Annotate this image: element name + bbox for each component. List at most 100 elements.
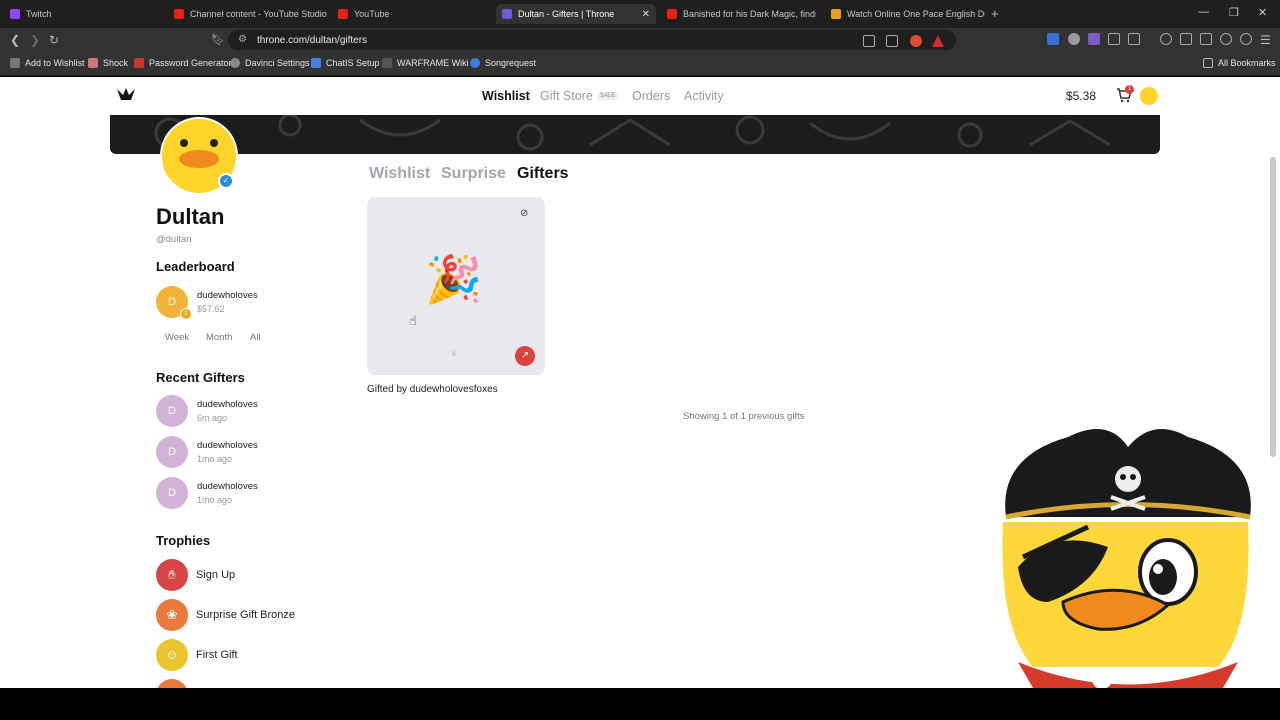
bookmark-item[interactable]: Songrequest <box>470 58 536 68</box>
bookmark-label: Shock <box>103 58 129 68</box>
tab-surprise[interactable]: Surprise <box>441 165 506 183</box>
avatar: D <box>156 395 188 427</box>
sale-badge: SALE <box>597 92 619 100</box>
bookmark-favicon-icon <box>470 58 480 68</box>
period-all[interactable]: All <box>250 332 261 343</box>
trophy-item[interactable]: ☺ First Gift <box>156 639 238 671</box>
forward-icon[interactable]: ❯ <box>30 33 40 47</box>
trophies-heading: Trophies <box>156 533 211 548</box>
tab-wishlist[interactable]: Wishlist <box>369 165 430 183</box>
recent-gifters-heading: Recent Gifters <box>156 370 245 385</box>
throne-icon <box>502 9 512 19</box>
bookmark-favicon-icon <box>134 58 144 68</box>
bookmarks-bar: Add to Wishlist Shock Password Generator… <box>0 52 1280 76</box>
bookmark-favicon-icon <box>382 58 392 68</box>
showing-count: Showing 1 of 1 previous gifts <box>683 411 805 422</box>
profile-handle: @dultan <box>156 234 192 245</box>
scrollbar[interactable] <box>1270 157 1276 457</box>
address-bar[interactable]: ⚙ throne.com/dultan/gifters <box>228 30 956 50</box>
list-item[interactable]: D dudewholoves 1mo ago <box>156 436 258 468</box>
bookmark-item[interactable]: Password Generator <box>134 58 232 68</box>
wallet-balance[interactable]: $5.38 <box>1066 89 1096 103</box>
all-bookmarks[interactable]: All Bookmarks <box>1203 58 1276 68</box>
throne-page: Wishlist Gift Store SALE Orders Activity… <box>0 77 1280 688</box>
sidebar-icon[interactable] <box>1180 33 1192 45</box>
bookmark-icon[interactable]: 🔖︎ <box>211 33 225 46</box>
gifter-time: 6m ago <box>197 413 228 423</box>
browser-tab-youtube[interactable]: YouTube <box>332 4 492 24</box>
bookmark-favicon-icon <box>10 58 20 68</box>
brave-rewards-icon[interactable] <box>932 35 944 47</box>
trophy-item[interactable]: ❀ Surprise Gift Bronze <box>156 599 295 631</box>
list-item[interactable]: D dudewholoves 6m ago <box>156 395 258 427</box>
bookmark-label: ChatIS Setup <box>326 58 380 68</box>
bookmark-item[interactable]: Shock <box>88 58 128 68</box>
bookmark-label: WARFRAME Wiki <box>397 58 469 68</box>
media-icon[interactable] <box>1160 33 1172 45</box>
back-icon[interactable]: ❮ <box>10 33 20 47</box>
extension-icon[interactable] <box>1047 33 1059 45</box>
nav-orders[interactable]: Orders <box>632 89 670 103</box>
site-info-icon[interactable]: ⚙ <box>238 34 247 45</box>
bookmark-item[interactable]: ChatIS Setup <box>311 58 380 68</box>
reload-icon[interactable]: ↻ <box>49 33 59 47</box>
gift-icon: ❀ <box>156 599 188 631</box>
avatar: D 1 <box>156 286 192 320</box>
share-icon[interactable] <box>886 35 898 47</box>
verified-badge-icon: ✓ <box>218 173 234 189</box>
extension-icon[interactable] <box>1088 33 1100 45</box>
browser-tab-youtube-studio[interactable]: Channel content - YouTube Studio <box>168 4 328 24</box>
minimize-icon[interactable]: — <box>1198 6 1209 18</box>
nav-activity[interactable]: Activity <box>684 89 724 103</box>
bookmark-item[interactable]: Davinci Settings <box>230 58 310 68</box>
gifter-name: dudewholoves <box>197 440 258 451</box>
open-gift-button[interactable]: ↗ <box>515 346 535 366</box>
browser-tab-throne[interactable]: Dultan - Gifters | Throne ✕ <box>496 4 656 24</box>
user-avatar[interactable] <box>1140 87 1158 105</box>
site-header: Wishlist Gift Store SALE Orders Activity… <box>0 77 1280 115</box>
brave-shield-icon[interactable] <box>910 35 922 47</box>
list-item[interactable]: D dudewholoves 1mo ago <box>156 477 258 509</box>
throne-logo-icon[interactable] <box>116 87 136 103</box>
close-tab-icon[interactable]: ✕ <box>642 9 650 20</box>
browser-tab-twitch[interactable]: Twitch <box>4 4 164 24</box>
leader-name: dudewholoves <box>197 290 258 301</box>
bookmark-item[interactable]: WARFRAME Wiki <box>382 58 469 68</box>
nav-gift-store[interactable]: Gift Store <box>540 89 593 103</box>
extension-icon[interactable] <box>1068 33 1080 45</box>
pirate-duck-mascot <box>1002 429 1251 688</box>
cast-icon[interactable] <box>863 35 875 47</box>
youtube-icon <box>174 9 184 19</box>
trophy-name: Surprise Gift Bronze <box>196 609 296 621</box>
youtube-icon <box>667 9 677 19</box>
gifted-by-label: Gifted by dudewholovesfoxes <box>367 384 498 395</box>
leaderboard-entry[interactable]: D 1 dudewholoves $57.62 <box>156 286 258 320</box>
restore-icon[interactable]: ❐ <box>1229 6 1239 19</box>
menu-icon[interactable]: ☰ <box>1260 33 1271 47</box>
all-bookmarks-label: All Bookmarks <box>1218 58 1276 68</box>
browser-tab-onepace[interactable]: Watch Online One Pace English Dub <box>825 4 985 24</box>
close-window-icon[interactable]: ✕ <box>1258 6 1267 19</box>
period-month[interactable]: Month <box>206 332 232 343</box>
gifter-time: 1mo ago <box>197 495 233 505</box>
pointer-cursor-icon: ☝︎ <box>409 313 417 328</box>
vpn-icon[interactable] <box>1240 33 1252 45</box>
tab-gifters[interactable]: Gifters <box>517 165 569 183</box>
avatar-initial: D <box>168 487 176 499</box>
extension-icon[interactable] <box>1108 33 1120 45</box>
hide-icon[interactable]: ⊘ <box>520 208 528 219</box>
leo-icon[interactable] <box>1220 33 1232 45</box>
tab-title: Channel content - YouTube Studio <box>190 9 327 19</box>
trophy-item[interactable]: ✋︎ Sign Up <box>156 559 235 591</box>
bookmark-item[interactable]: Add to Wishlist <box>10 58 85 68</box>
leaderboard-heading: Leaderboard <box>156 259 235 274</box>
hand-icon: ✋︎ <box>156 559 188 591</box>
bookmark-label: Davinci Settings <box>245 58 310 68</box>
browser-tab-anime[interactable]: Banished for his Dark Magic, finds his <box>661 4 816 24</box>
nav-wishlist[interactable]: Wishlist <box>482 89 530 103</box>
wallet-icon[interactable] <box>1200 33 1212 45</box>
period-week[interactable]: Week <box>165 332 189 343</box>
gift-card[interactable]: ⊘ 🎉 ♛ ↗ <box>367 197 545 375</box>
new-tab-icon[interactable]: + <box>991 6 999 21</box>
extension-icon[interactable] <box>1128 33 1140 45</box>
